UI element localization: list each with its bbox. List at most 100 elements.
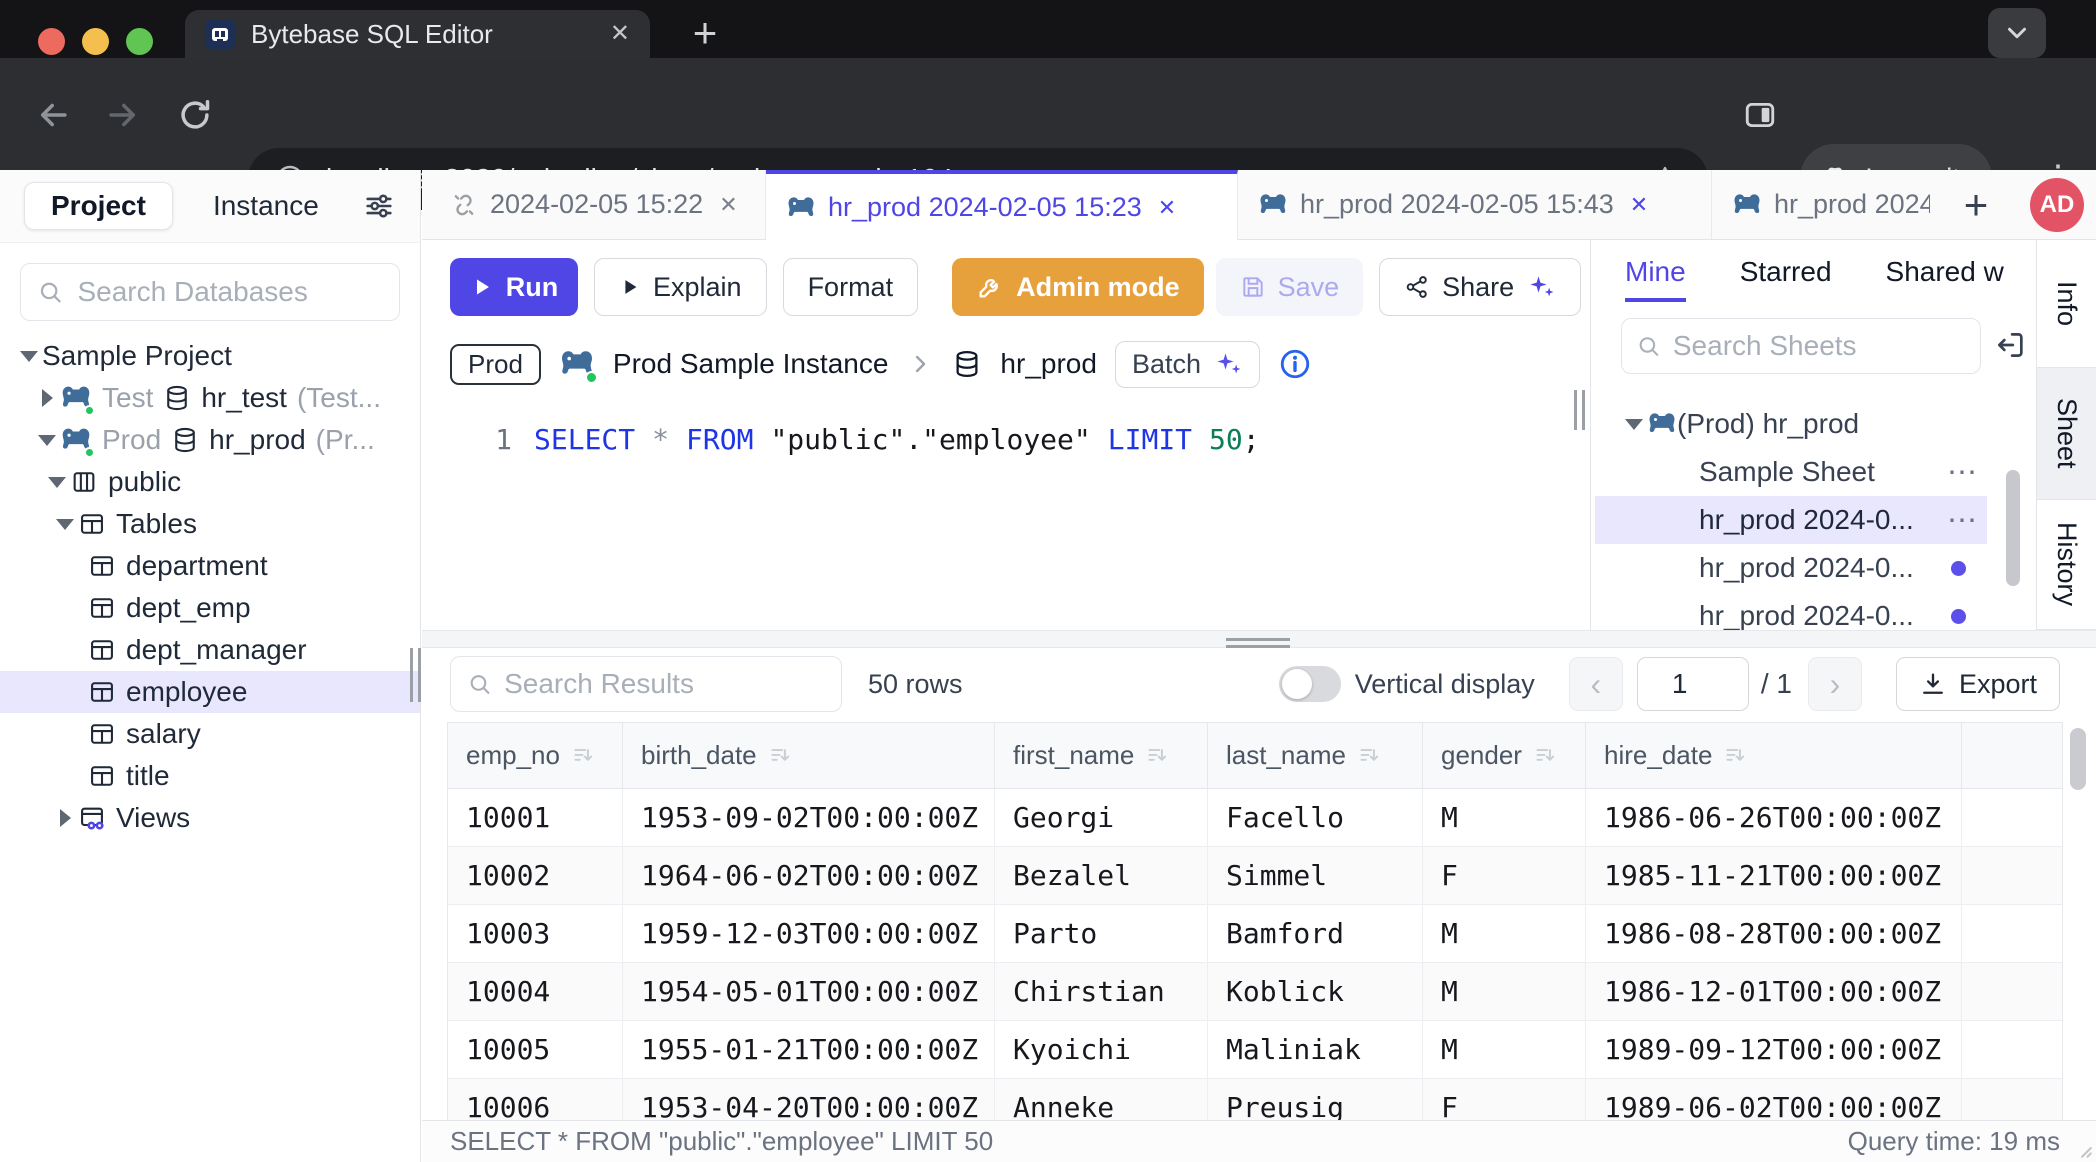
cell[interactable]: M xyxy=(1423,905,1586,962)
save-button[interactable]: Save xyxy=(1216,258,1364,316)
connection-info-icon[interactable] xyxy=(1278,347,1312,381)
page-number-input[interactable] xyxy=(1637,657,1749,711)
cell[interactable]: 1953-09-02T00:00:00Z xyxy=(623,789,995,846)
table-row[interactable]: 10001 1953-09-02T00:00:00Z Georgi Facell… xyxy=(448,789,2062,847)
caret-down-icon[interactable] xyxy=(52,519,78,530)
side-panel-icon[interactable] xyxy=(1742,98,1778,132)
tree-item-table-dept-emp[interactable]: dept_emp xyxy=(0,587,420,629)
sidebar-resize-handle[interactable] xyxy=(410,648,421,702)
current-database[interactable]: hr_prod xyxy=(1000,348,1097,380)
sheet-item-selected[interactable]: hr_prod 2024-0... xyxy=(1595,496,1987,544)
cell[interactable]: 1959-12-03T00:00:00Z xyxy=(623,905,995,962)
sheet-item-menu-icon[interactable] xyxy=(1947,503,1979,538)
sql-code-editor[interactable]: 1 SELECT*FROM"public"."employee"LIMIT50; xyxy=(422,410,1586,630)
admin-mode-button[interactable]: Admin mode xyxy=(952,258,1204,316)
cell[interactable]: 1964-06-02T00:00:00Z xyxy=(623,847,995,904)
column-header[interactable]: hire_date xyxy=(1586,723,1962,788)
sheet-search[interactable] xyxy=(1621,318,1981,374)
batch-button[interactable]: Batch xyxy=(1115,341,1260,388)
cell[interactable]: Bamford xyxy=(1208,905,1423,962)
instance-name[interactable]: Prod Sample Instance xyxy=(613,348,889,380)
tree-item-tables-group[interactable]: Tables xyxy=(0,503,420,545)
tree-item-table-title[interactable]: title xyxy=(0,755,420,797)
caret-down-icon[interactable] xyxy=(1621,419,1647,430)
cell[interactable]: Maliniak xyxy=(1208,1021,1423,1078)
minimize-window-button[interactable] xyxy=(82,28,109,55)
table-row[interactable]: 10004 1954-05-01T00:00:00Z Chirstian Kob… xyxy=(448,963,2062,1021)
sort-icon[interactable] xyxy=(1722,743,1748,769)
column-header[interactable]: last_name xyxy=(1208,723,1423,788)
table-row[interactable]: 10005 1955-01-21T00:00:00Z Kyoichi Malin… xyxy=(448,1021,2062,1079)
panel-resize-handle[interactable] xyxy=(1574,390,1585,430)
close-window-button[interactable] xyxy=(38,28,65,55)
caret-down-icon[interactable] xyxy=(34,435,60,446)
sheet-group-root[interactable]: (Prod) hr_prod xyxy=(1595,400,1987,448)
results-scrollbar[interactable] xyxy=(2070,728,2086,790)
results-search[interactable] xyxy=(450,656,842,712)
tree-item-prod-instance[interactable]: Prod hr_prod (Pr... xyxy=(0,419,420,461)
caret-right-icon[interactable] xyxy=(52,809,78,827)
worksheet-tab-1[interactable]: 2024-02-05 15:22 xyxy=(430,170,766,239)
user-avatar[interactable]: AD xyxy=(2030,178,2084,232)
cell[interactable]: Georgi xyxy=(995,789,1208,846)
cell[interactable]: 10003 xyxy=(448,905,623,962)
cell[interactable]: Anneke xyxy=(995,1079,1208,1120)
sheet-item-sample[interactable]: Sample Sheet xyxy=(1595,448,1987,496)
sheet-item-unsaved-clipped[interactable]: hr_prod 2024-0... xyxy=(1595,592,1987,630)
tab-instance[interactable]: Instance xyxy=(213,190,319,222)
cell[interactable]: 1986-06-26T00:00:00Z xyxy=(1586,789,1962,846)
reload-icon[interactable] xyxy=(176,96,214,134)
cell[interactable]: 10006 xyxy=(448,1079,623,1120)
sheet-item-menu-icon[interactable] xyxy=(1947,455,1979,490)
tree-item-test-instance[interactable]: Test hr_test (Test... xyxy=(0,377,420,419)
sheet-list-scrollbar[interactable] xyxy=(2006,470,2020,586)
cell[interactable]: 1985-11-21T00:00:00Z xyxy=(1586,847,1962,904)
cell[interactable]: Koblick xyxy=(1208,963,1423,1020)
cell[interactable]: 1986-12-01T00:00:00Z xyxy=(1586,963,1962,1020)
worksheet-tab-2-active[interactable]: hr_prod 2024-02-05 15:23 xyxy=(766,170,1238,241)
cell[interactable]: 10002 xyxy=(448,847,623,904)
close-worksheet-icon[interactable] xyxy=(1630,192,1648,218)
cell[interactable]: Preusig xyxy=(1208,1079,1423,1120)
tree-item-table-salary[interactable]: salary xyxy=(0,713,420,755)
cell[interactable]: Facello xyxy=(1208,789,1423,846)
sheet-item-clipped-top[interactable]: hr_prod 2024-0... xyxy=(1595,388,2036,400)
cell[interactable]: 1955-01-21T00:00:00Z xyxy=(623,1021,995,1078)
cell[interactable]: 1954-05-01T00:00:00Z xyxy=(623,963,995,1020)
close-worksheet-icon[interactable] xyxy=(1158,195,1176,221)
worksheet-tab-3[interactable]: hr_prod 2024-02-05 15:43 xyxy=(1238,170,1712,239)
strip-tab-sheet[interactable]: Sheet xyxy=(2037,368,2096,500)
caret-down-icon[interactable] xyxy=(16,351,42,362)
format-button[interactable]: Format xyxy=(783,258,919,316)
cell[interactable]: 1989-09-12T00:00:00Z xyxy=(1586,1021,1962,1078)
cell[interactable]: 10005 xyxy=(448,1021,623,1078)
worksheet-tab-4[interactable]: hr_prod 2024-0 xyxy=(1712,170,1950,239)
run-button[interactable]: Run xyxy=(450,258,578,316)
column-header[interactable]: birth_date xyxy=(623,723,995,788)
column-header[interactable]: gender xyxy=(1423,723,1586,788)
zoom-window-button[interactable] xyxy=(126,28,153,55)
back-icon[interactable] xyxy=(34,96,72,134)
sort-icon[interactable] xyxy=(767,743,793,769)
close-worksheet-icon[interactable] xyxy=(719,192,737,218)
forward-icon[interactable] xyxy=(104,96,142,134)
cell[interactable]: M xyxy=(1423,789,1586,846)
cell[interactable]: 1989-06-02T00:00:00Z xyxy=(1586,1079,1962,1120)
tree-item-schema-public[interactable]: public xyxy=(0,461,420,503)
next-page-button[interactable] xyxy=(1808,657,1862,711)
caret-right-icon[interactable] xyxy=(34,389,60,407)
sort-icon[interactable] xyxy=(1532,743,1558,769)
database-search[interactable] xyxy=(20,263,400,321)
close-tab-icon[interactable] xyxy=(610,22,630,46)
cell[interactable]: 10004 xyxy=(448,963,623,1020)
strip-tab-history[interactable]: History xyxy=(2037,500,2096,630)
tab-mine[interactable]: Mine xyxy=(1625,256,1686,302)
cell[interactable]: 10001 xyxy=(448,789,623,846)
tab-project[interactable]: Project xyxy=(24,182,173,230)
table-row[interactable]: 10002 1964-06-02T00:00:00Z Bezalel Simme… xyxy=(448,847,2062,905)
cell[interactable]: Parto xyxy=(995,905,1208,962)
caret-down-icon[interactable] xyxy=(44,477,70,488)
filter-sliders-icon[interactable] xyxy=(362,189,396,223)
search-results-input[interactable] xyxy=(504,668,825,700)
cell[interactable]: 1953-04-20T00:00:00Z xyxy=(623,1079,995,1120)
